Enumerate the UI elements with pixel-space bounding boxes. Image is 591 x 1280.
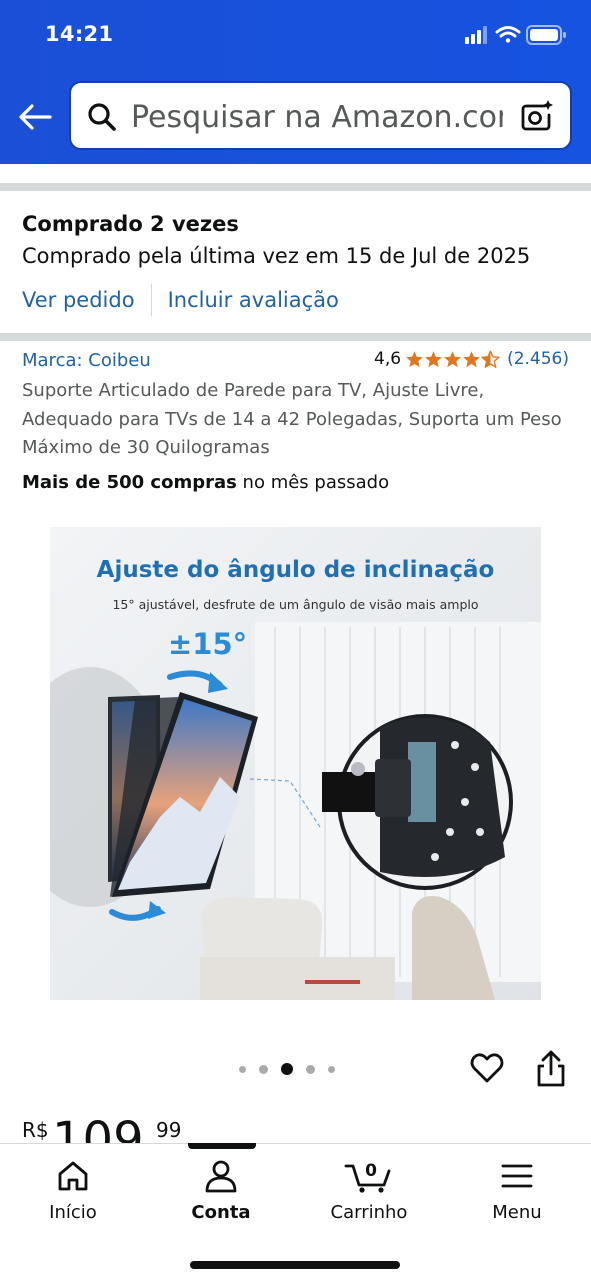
product-price: R$ 109 99 [22,1108,222,1148]
back-arrow-icon [19,104,52,130]
search-icon [88,103,116,131]
product-title: Suporte Articulado de Parede para TV, Aj… [22,380,562,458]
add-review-link[interactable]: Incluir avaliação [168,288,339,312]
cart-count: 0 [365,1161,377,1181]
link-divider [150,284,152,316]
view-order-link[interactable]: Ver pedido [22,288,135,312]
menu-icon [501,1164,533,1188]
last-bought-date: Comprado pela última vez em 15 de Jul de… [22,244,531,268]
star-full-icon [425,350,442,367]
battery-icon [526,25,566,45]
bottom-nav: Início Conta 0 Carrinho Menu [0,1143,591,1280]
product-image[interactable]: Ajuste do ângulo de inclinação 15° ajust… [50,527,541,1000]
share-icon[interactable] [533,1050,569,1088]
section-divider [0,333,591,341]
nav-item-cart[interactable]: 0 Carrinho [319,1158,419,1223]
brand-link[interactable]: Marca: Coibeu [22,350,151,371]
back-button[interactable] [14,97,56,137]
sales-period: no mês passado [236,472,390,493]
section-divider [0,183,591,191]
price-cents: 99 [156,1118,182,1142]
star-half-icon [481,349,500,368]
carousel-dot[interactable] [328,1065,335,1073]
search-bar[interactable]: Pesquisar na Amazon.com.br [69,81,572,150]
home-indicator [190,1261,400,1269]
search-input[interactable]: Pesquisar na Amazon.com.br [131,100,503,135]
sales-highlight: Mais de 500 compras [22,472,237,493]
nav-label-account: Conta [191,1202,251,1223]
image-carousel-dots[interactable] [239,1063,335,1075]
person-icon [205,1160,237,1193]
star-full-icon [463,350,480,367]
camera-search-icon[interactable] [520,99,554,133]
rating-value: 4,6 [374,349,402,369]
carousel-dot[interactable] [239,1065,246,1073]
product-rating[interactable]: 4,6 (2.456) [374,349,569,369]
image-angle-label: ±15° [168,627,248,661]
nav-item-home[interactable]: Início [23,1158,123,1223]
carousel-dot[interactable] [259,1064,268,1074]
nav-item-account[interactable]: Conta [171,1158,271,1223]
nav-label-home: Início [49,1202,97,1223]
active-tab-indicator [188,1143,256,1149]
sales-info: Mais de 500 compras no mês passado [22,472,389,493]
rating-count[interactable]: (2.456) [507,349,569,369]
nav-label-menu: Menu [492,1202,542,1223]
cart-icon: 0 [344,1161,391,1193]
carousel-dot-active[interactable] [281,1063,293,1075]
home-icon [58,1161,88,1191]
order-links: Ver pedido Incluir avaliação [22,284,339,316]
image-headline: Ajuste do ângulo de inclinação [96,557,495,583]
image-subline: 15° ajustável, desfrute de um ângulo de … [112,597,479,612]
status-time: 14:21 [45,22,114,46]
star-full-icon [444,350,461,367]
star-full-icon [406,350,423,367]
carousel-dot[interactable] [306,1064,315,1074]
nav-item-menu[interactable]: Menu [467,1158,567,1223]
status-icons [465,25,566,45]
app-header: 14:21 Pesquisar na Amazon.com.br [0,0,591,164]
wishlist-heart-icon[interactable] [469,1050,505,1086]
signal-icon [465,26,487,44]
bought-count: Comprado 2 vezes [22,212,239,236]
price-currency: R$ [22,1118,49,1142]
nav-label-cart: Carrinho [330,1202,408,1223]
wifi-icon [495,26,521,43]
star-rating [405,349,500,369]
